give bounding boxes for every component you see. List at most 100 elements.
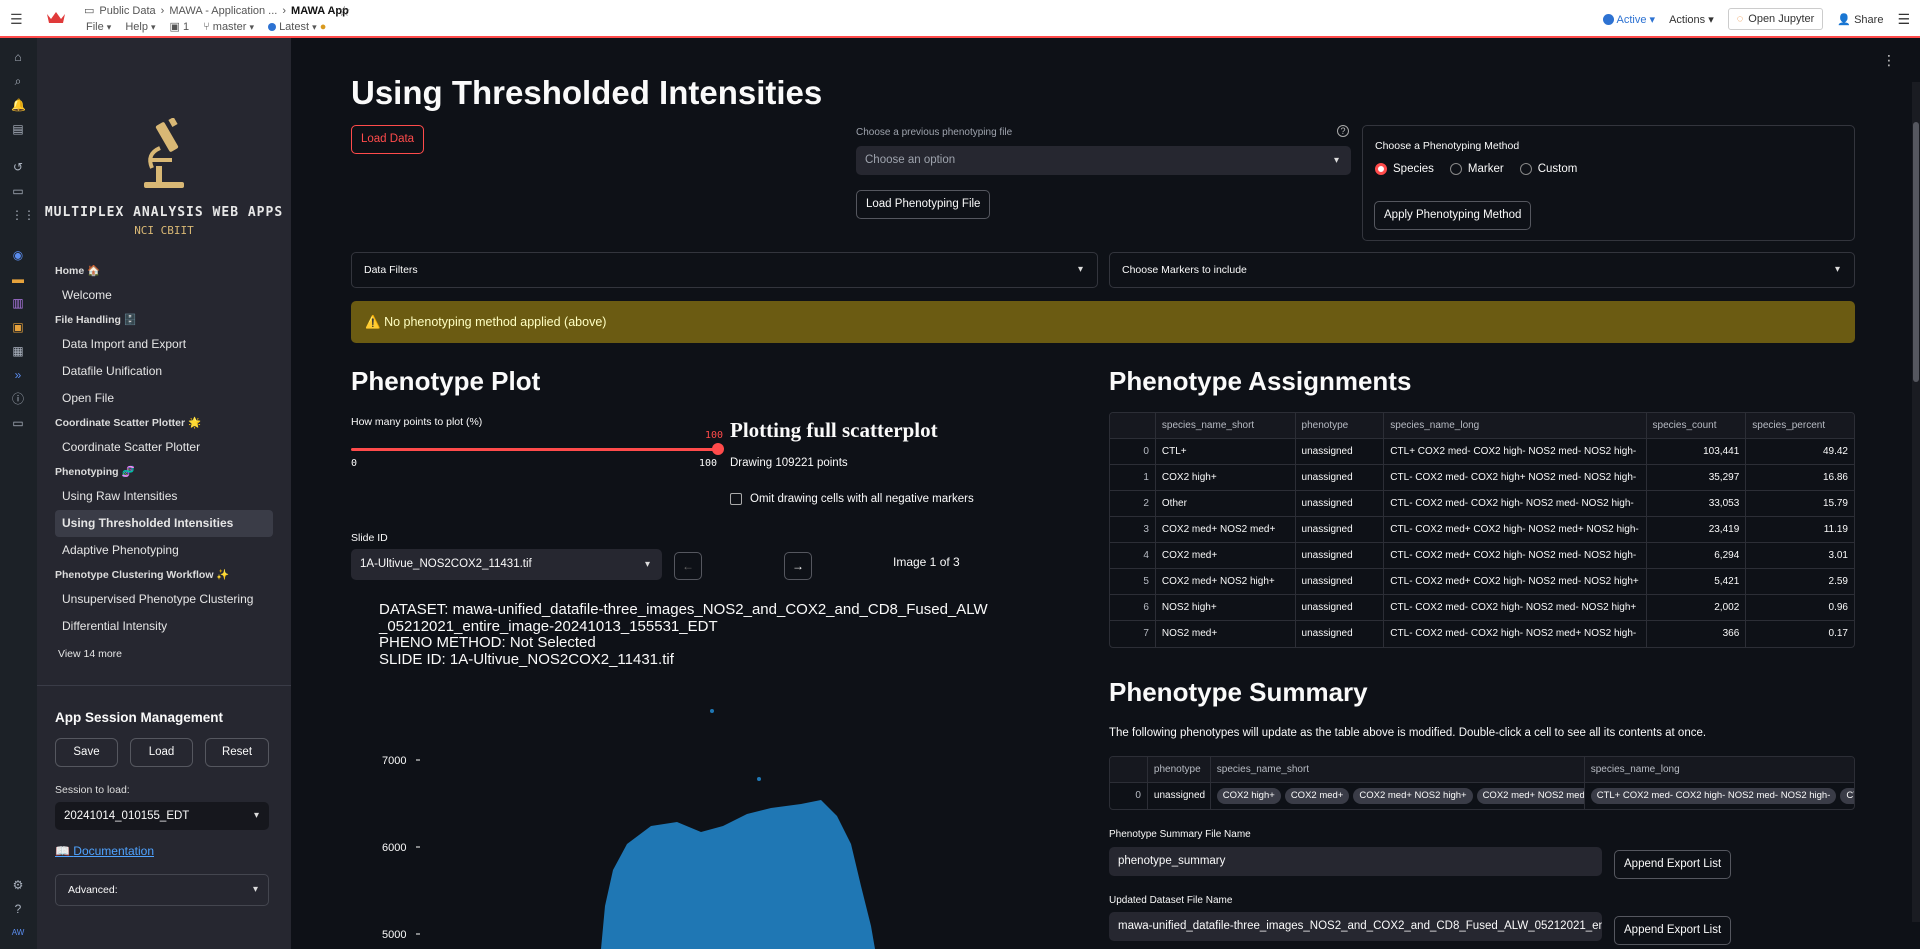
- menu-file[interactable]: File ▾: [86, 21, 111, 33]
- files-icon[interactable]: ▭: [11, 416, 25, 430]
- user-avatar-icon[interactable]: AW: [11, 926, 25, 940]
- cell-species-count[interactable]: 366: [1647, 621, 1747, 647]
- radio-species[interactable]: Species: [1375, 163, 1434, 175]
- nav-item-welcome[interactable]: Welcome: [55, 282, 273, 309]
- slide-id-select[interactable]: 1A-Ultivue_NOS2COX2_11431.tif ▾: [351, 549, 662, 580]
- cell-species-long[interactable]: CTL- COX2 med+ COX2 high- NOS2 med+ NOS2…: [1384, 517, 1647, 542]
- column-header[interactable]: species_percent: [1746, 413, 1854, 438]
- cell-phenotype[interactable]: unassigned: [1296, 439, 1385, 464]
- cell-species-percent[interactable]: 15.79: [1746, 491, 1854, 516]
- table-row[interactable]: 2 Other unassigned CTL- COX2 med- COX2 high…: [1110, 491, 1854, 517]
- nav-item-differential-intensity[interactable]: Differential Intensity: [55, 613, 273, 640]
- breadcrumb-public-data[interactable]: Public Data: [99, 5, 155, 17]
- cell-phenotype[interactable]: unassigned: [1296, 569, 1385, 594]
- append-export-button[interactable]: Append Export List: [1614, 850, 1732, 879]
- nav-item-unsupervised-clustering[interactable]: Unsupervised Phenotype Clustering: [55, 586, 273, 613]
- cell-species-short[interactable]: Other: [1156, 491, 1296, 516]
- advanced-expander[interactable]: Advanced: ▾: [55, 874, 269, 906]
- branch-selector[interactable]: ⑂ master ▾: [203, 21, 254, 33]
- table-row[interactable]: 4 COX2 med+ unassigned CTL- COX2 med+ COX2 …: [1110, 543, 1854, 569]
- column-header[interactable]: species_name_short: [1211, 757, 1585, 782]
- cell-species-short[interactable]: NOS2 med+: [1156, 621, 1296, 647]
- session-reset-button[interactable]: Reset: [205, 738, 269, 767]
- session-load-button[interactable]: Load: [130, 738, 193, 767]
- info-icon[interactable]: ⓘ: [11, 392, 25, 406]
- history-icon[interactable]: ↺: [11, 160, 25, 174]
- assignments-table[interactable]: species_name_short phenotype species_nam…: [1109, 412, 1855, 648]
- summary-table[interactable]: phenotype species_name_short species_nam…: [1109, 756, 1855, 810]
- column-header[interactable]: species_name_short: [1156, 413, 1296, 438]
- cell-species-long[interactable]: CTL- COX2 med- COX2 high+ NOS2 med- NOS2…: [1384, 465, 1647, 490]
- cell-short-names[interactable]: COX2 high+ COX2 med+ COX2 med+ NOS2 high+ C…: [1211, 783, 1585, 809]
- instance-count[interactable]: ▣ 1: [170, 20, 190, 33]
- notifications-icon[interactable]: 🔔: [11, 98, 26, 112]
- scatter-plot[interactable]: DATASET: mawa-unified_datafile-three_ima…: [351, 586, 988, 949]
- cell-species-count[interactable]: 103,441: [1647, 439, 1747, 464]
- share-button[interactable]: 👤 Share: [1837, 13, 1883, 26]
- omit-negative-checkbox[interactable]: Omit drawing cells with all negative mar…: [730, 493, 974, 505]
- favorite-star-icon[interactable]: ☆: [338, 3, 351, 20]
- gift-icon[interactable]: ▤: [11, 122, 25, 136]
- choose-markers-expander[interactable]: Choose Markers to include ▾: [1109, 252, 1855, 288]
- help-icon[interactable]: ?: [11, 902, 25, 916]
- table-row[interactable]: 1 COX2 high+ unassigned CTL- COX2 med- COX2…: [1110, 465, 1854, 491]
- table-row[interactable]: 5 COX2 med+ NOS2 high+ unassigned CTL- COX2…: [1110, 569, 1854, 595]
- session-save-button[interactable]: Save: [55, 738, 118, 767]
- load-data-button[interactable]: Load Data: [351, 125, 425, 154]
- load-phenotyping-file-button[interactable]: Load Phenotyping File: [856, 190, 991, 219]
- search-icon[interactable]: ⌕: [11, 74, 25, 88]
- previous-image-button[interactable]: ←: [674, 552, 702, 580]
- cell-species-long[interactable]: CTL+ COX2 med- COX2 high- NOS2 med- NOS2…: [1384, 439, 1647, 464]
- cell-species-count[interactable]: 6,294: [1647, 543, 1747, 568]
- cell-species-long[interactable]: CTL- COX2 med- COX2 high- NOS2 med- NOS2…: [1384, 491, 1647, 516]
- column-header[interactable]: species_name_long: [1585, 757, 1854, 782]
- previous-file-select[interactable]: Choose an option ▾: [856, 146, 1351, 175]
- cell-long-names[interactable]: CTL+ COX2 med- COX2 high- NOS2 med- NOS2…: [1585, 783, 1854, 809]
- open-jupyter-button[interactable]: ◌ Open Jupyter: [1727, 8, 1824, 30]
- column-header[interactable]: species_name_long: [1384, 413, 1647, 438]
- explore-icon[interactable]: ◉: [11, 248, 25, 262]
- cell-phenotype[interactable]: unassigned: [1296, 491, 1385, 516]
- column-header[interactable]: phenotype: [1148, 757, 1211, 782]
- cell-species-short[interactable]: COX2 med+: [1156, 543, 1296, 568]
- points-slider-handle[interactable]: [712, 443, 724, 455]
- nav-item-coordinate-scatter-plotter[interactable]: Coordinate Scatter Plotter: [55, 434, 273, 461]
- app-icon[interactable]: ▣: [11, 320, 25, 334]
- radio-custom[interactable]: Custom: [1519, 163, 1577, 175]
- cell-species-count[interactable]: 23,419: [1647, 517, 1747, 542]
- cell-species-long[interactable]: CTL- COX2 med+ COX2 high- NOS2 med- NOS2…: [1384, 569, 1647, 594]
- table-row[interactable]: 0 CTL+ unassigned CTL+ COX2 med- COX2 high-…: [1110, 439, 1854, 465]
- breadcrumb-mawa-application[interactable]: MAWA - Application ...: [169, 5, 277, 17]
- nav-item-raw-intensities[interactable]: Using Raw Intensities: [55, 483, 273, 510]
- scrollbar[interactable]: [1912, 82, 1920, 922]
- cell-phenotype[interactable]: unassigned: [1296, 543, 1385, 568]
- table-row[interactable]: 3 COX2 med+ NOS2 med+ unassigned CTL- COX2 …: [1110, 517, 1854, 543]
- cell-species-long[interactable]: CTL- COX2 med+ COX2 high- NOS2 med- NOS2…: [1384, 543, 1647, 568]
- nav-item-thresholded-intensities[interactable]: Using Thresholded Intensities: [55, 510, 273, 537]
- append-export-button[interactable]: Append Export List: [1614, 916, 1732, 945]
- table-row[interactable]: 6 NOS2 high+ unassigned CTL- COX2 med- COX2…: [1110, 595, 1854, 621]
- cell-species-percent[interactable]: 49.42: [1746, 439, 1854, 464]
- updated-dataset-input[interactable]: mawa-unified_datafile-three_images_NOS2_…: [1109, 912, 1602, 941]
- cell-species-short[interactable]: CTL+: [1156, 439, 1296, 464]
- nav-item-datafile-unification[interactable]: Datafile Unification: [55, 358, 273, 385]
- cell-species-percent[interactable]: 16.86: [1746, 465, 1854, 490]
- status-active[interactable]: Active ▾: [1603, 13, 1655, 26]
- radio-marker[interactable]: Marker: [1449, 163, 1504, 175]
- menu-help[interactable]: Help ▾: [125, 21, 155, 33]
- cell-species-count[interactable]: 33,053: [1647, 491, 1747, 516]
- pipeline-icon[interactable]: »: [11, 368, 25, 382]
- cell-species-percent[interactable]: 11.19: [1746, 517, 1854, 542]
- session-select[interactable]: 20241014_010155_EDT ▾: [55, 802, 269, 830]
- points-slider-track[interactable]: [351, 448, 717, 451]
- cell-phenotype[interactable]: unassigned: [1148, 783, 1211, 809]
- apply-method-button[interactable]: Apply Phenotyping Method: [1374, 201, 1532, 230]
- column-header[interactable]: phenotype: [1296, 413, 1385, 438]
- version-selector[interactable]: Latest ▾ ●: [268, 21, 326, 33]
- actions-menu[interactable]: Actions ▾: [1669, 13, 1714, 26]
- nav-item-data-import-export[interactable]: Data Import and Export: [55, 331, 273, 358]
- nav-item-adaptive-phenotyping[interactable]: Adaptive Phenotyping: [55, 537, 273, 564]
- hamburger-menu-icon[interactable]: ☰: [10, 11, 26, 27]
- more-menu-icon[interactable]: ☰: [1897, 11, 1910, 28]
- cell-species-percent[interactable]: 0.17: [1746, 621, 1854, 647]
